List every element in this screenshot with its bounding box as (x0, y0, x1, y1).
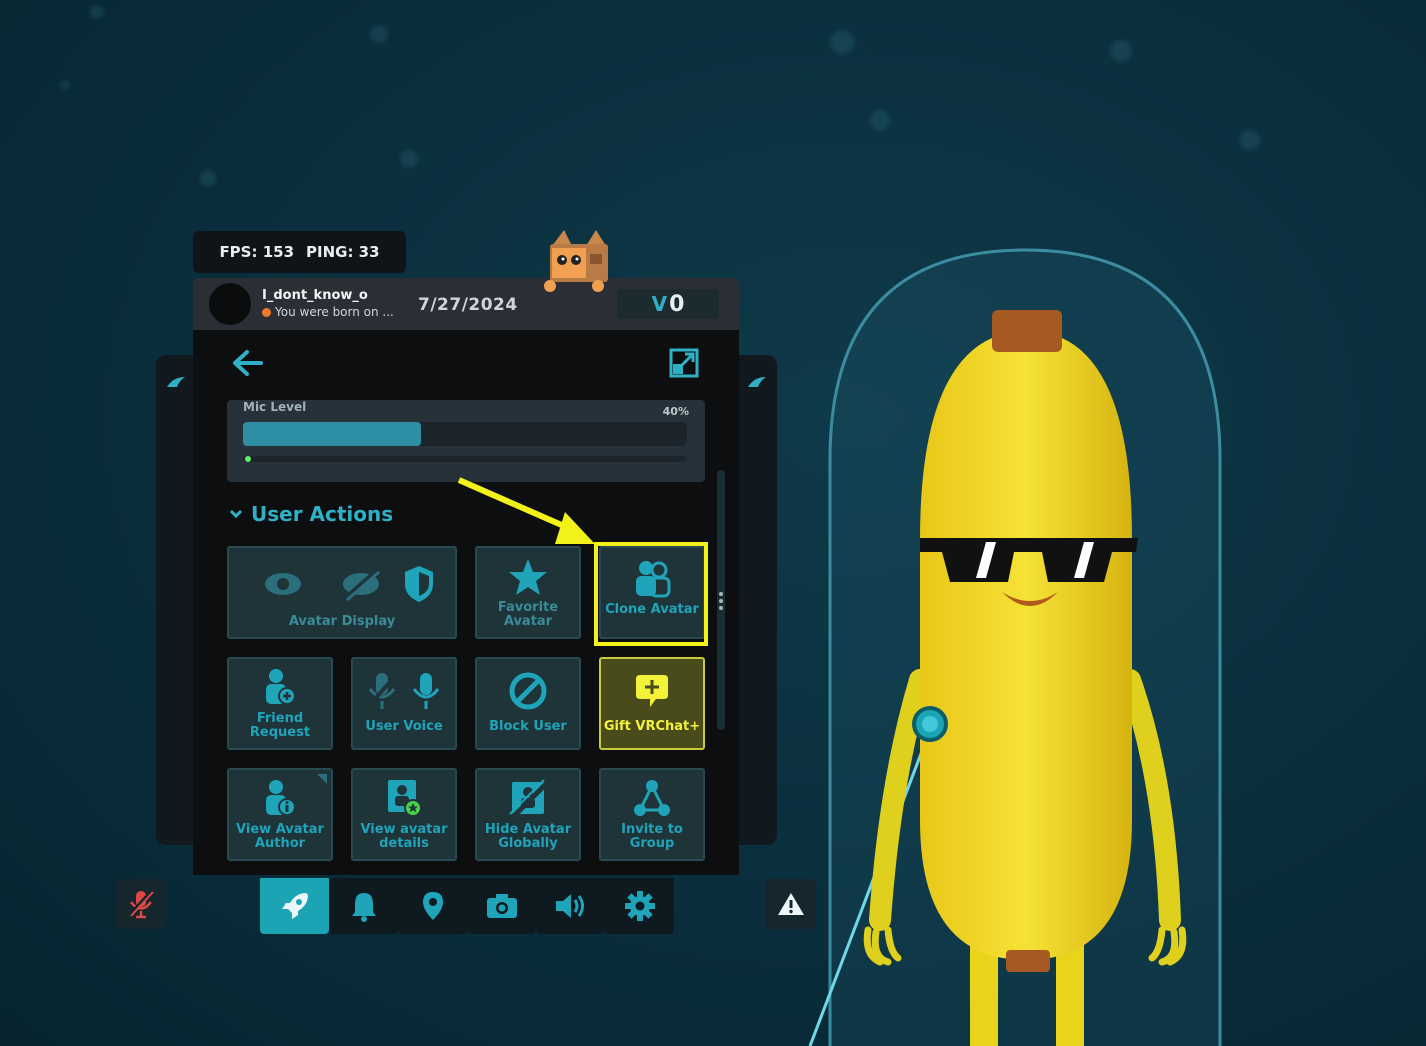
mic-muted-icon (128, 889, 154, 919)
fps-ping-hud: FPS: 153 PING: 33 (193, 231, 406, 273)
chevron-down-icon (229, 509, 243, 519)
vrc-credits-badge[interactable]: V 0 (617, 289, 719, 319)
status-dot-icon (262, 307, 271, 317)
hide-globally-icon (509, 779, 548, 818)
tile-label: Block User (489, 719, 567, 734)
avatar[interactable] (209, 283, 251, 325)
eye-off-icon (343, 568, 380, 602)
username: I_dont_know_o (262, 288, 368, 303)
wing-icon (748, 377, 766, 387)
settings-tab[interactable] (605, 878, 674, 934)
bg-particle (870, 110, 890, 130)
bg-particle (90, 5, 104, 19)
avatar-details-icon (388, 780, 422, 817)
favorite-avatar-button[interactable]: Favorite Avatar (475, 546, 581, 639)
vrc-credits-value: 0 (669, 291, 685, 317)
add-friend-icon (266, 669, 296, 705)
gift-vrchat-plus-button[interactable]: Gift VRChat+ (599, 657, 705, 750)
block-icon (509, 672, 547, 710)
camera-tab[interactable] (467, 878, 536, 934)
eye-icon (265, 573, 301, 595)
bell-icon (351, 893, 376, 922)
mic-icon (412, 673, 440, 709)
quick-menu-panel: Mic Level 40% User Actions Avatar Displa… (193, 330, 739, 875)
block-user-button[interactable]: Block User (475, 657, 581, 750)
tile-label: Avatar Display (288, 614, 396, 629)
bg-particle (1240, 130, 1260, 150)
vrc-credits-icon: V (651, 292, 668, 316)
tile-label: Friend Request (249, 711, 311, 740)
here-tab[interactable] (398, 878, 467, 934)
cat-mascot-icon (544, 230, 608, 292)
invite-to-group-button[interactable]: Invite to Group (599, 768, 705, 861)
rocket-icon (281, 893, 308, 919)
scroll-grip-icon (719, 592, 723, 610)
view-avatar-author-button[interactable]: View Avatar Author (227, 768, 333, 861)
avatar-display-icons (265, 566, 433, 602)
mic-input-meter (243, 456, 687, 462)
tile-label: Gift VRChat+ (603, 719, 701, 734)
mic-mute-button[interactable] (116, 879, 166, 929)
bg-particle (400, 150, 418, 168)
user-voice-icons (366, 673, 440, 709)
annotation-arrow-icon (457, 477, 595, 544)
bg-particle (830, 30, 854, 54)
notifications-tab[interactable] (329, 878, 398, 934)
expand-icon[interactable] (669, 348, 699, 378)
tile-label: Favorite Avatar (497, 600, 559, 629)
audio-tab[interactable] (536, 878, 605, 934)
tile-label: View avatar details (360, 822, 448, 851)
section-title: User Actions (251, 502, 394, 526)
shield-icon (405, 566, 433, 602)
launch-pad-tab[interactable] (260, 878, 329, 934)
clone-avatar-highlight-box (594, 542, 708, 646)
hide-avatar-globally-button[interactable]: Hide Avatar Globally (475, 768, 581, 861)
user-voice-button[interactable]: User Voice (351, 657, 457, 750)
tile-label: User Voice (365, 719, 443, 734)
bg-particle (200, 170, 216, 186)
banana-avatar-icon (808, 248, 1222, 1046)
friend-request-button[interactable]: Friend Request (227, 657, 333, 750)
user-actions-header[interactable]: User Actions (229, 502, 393, 526)
corner-indicator-icon (317, 774, 327, 784)
tile-label: Hide Avatar Globally (484, 822, 572, 851)
view-avatar-details-button[interactable]: View avatar details (351, 768, 457, 861)
mic-level-slider[interactable] (243, 422, 687, 446)
mic-off-icon (366, 673, 398, 709)
gear-icon (624, 891, 655, 921)
user-status: You were born on ... (262, 305, 394, 319)
bg-particle (370, 25, 388, 43)
right-wing-panel[interactable] (737, 355, 777, 845)
wing-icon (167, 377, 185, 387)
bg-particle (60, 80, 70, 90)
speaker-icon (555, 894, 584, 918)
mic-meter-indicator (245, 456, 251, 462)
mic-level-fill (243, 422, 421, 446)
group-icon (634, 780, 670, 816)
back-arrow-icon[interactable] (231, 348, 265, 378)
main-menu-bar (260, 878, 674, 934)
left-wing-panel[interactable] (156, 355, 196, 845)
mic-level-label: Mic Level (243, 400, 307, 414)
date-display: 7/27/2024 (418, 295, 518, 315)
profile-bar[interactable]: I_dont_know_o You were born on ... 7/27/… (193, 278, 739, 330)
tile-label: View Avatar Author (236, 822, 324, 851)
avatar-display-button[interactable]: Avatar Display (227, 546, 457, 639)
gift-chat-plus-icon (636, 675, 668, 707)
location-pin-icon (422, 892, 443, 920)
fps-readout: FPS: 153 (219, 243, 295, 261)
ping-readout: PING: 33 (306, 243, 380, 261)
camera-icon (486, 894, 517, 918)
star-icon (509, 559, 547, 595)
status-text: You were born on ... (275, 305, 394, 319)
user-info-icon (266, 780, 296, 816)
bg-particle (1110, 40, 1132, 62)
tile-label: Invite to Group (621, 822, 683, 851)
mic-level-percent: 40% (662, 405, 689, 418)
mic-level-box: Mic Level 40% (227, 400, 705, 482)
